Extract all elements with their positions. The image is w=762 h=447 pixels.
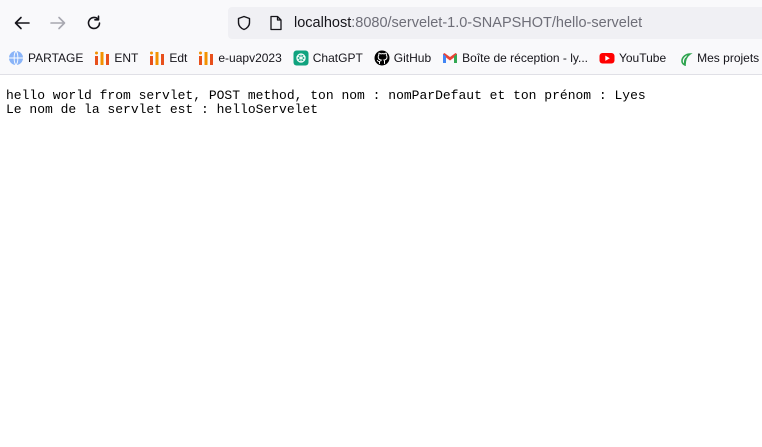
- bookmark-label: ChatGPT: [312, 51, 363, 65]
- url-host: localhost: [294, 15, 352, 31]
- back-button[interactable]: [5, 6, 39, 40]
- university-logo-icon: [94, 50, 110, 66]
- university-logo-icon: [198, 50, 214, 66]
- url-path: :8080/servelet-1.0-SNAPSHOT/hello-servel…: [351, 15, 643, 31]
- github-icon: [374, 50, 390, 66]
- bookmark-ent[interactable]: ENT: [94, 47, 138, 69]
- address-bar[interactable]: localhost:8080/servelet-1.0-SNAPSHOT/hel…: [228, 7, 762, 39]
- forward-button[interactable]: [41, 6, 75, 40]
- bookmark-e-uapv2023[interactable]: e-uapv2023: [198, 47, 282, 69]
- youtube-icon: [599, 50, 615, 66]
- browser-chrome: localhost:8080/servelet-1.0-SNAPSHOT/hel…: [0, 0, 762, 75]
- arrow-right-icon: [49, 14, 67, 32]
- bookmark-youtube[interactable]: YouTube: [599, 47, 666, 69]
- bookmark-label: GitHub: [393, 51, 432, 65]
- bookmarks-bar: PARTAGE ENT Edt e-uapv2023 ChatGPT GitHu…: [0, 46, 762, 74]
- globe-icon: [8, 50, 24, 66]
- arrow-left-icon: [13, 14, 31, 32]
- gmail-icon: [442, 50, 458, 66]
- page-content: hello world from servlet, POST method, t…: [0, 75, 762, 131]
- url-text[interactable]: localhost:8080/servelet-1.0-SNAPSHOT/hel…: [294, 15, 642, 31]
- bookmark-label: e-uapv2023: [218, 51, 282, 65]
- browser-toolbar: localhost:8080/servelet-1.0-SNAPSHOT/hel…: [0, 0, 762, 46]
- bookmark-gmail[interactable]: Boîte de réception - ly...: [442, 47, 588, 69]
- bookmark-label: Mes projets -: [697, 51, 762, 65]
- servlet-name-text: Le nom de la servlet est : helloServelet: [6, 102, 319, 117]
- bookmark-label: Edt: [169, 51, 188, 65]
- bookmark-label: ENT: [114, 51, 139, 65]
- reload-button[interactable]: [77, 6, 111, 40]
- university-logo-icon: [149, 50, 165, 66]
- leaf-icon: [677, 50, 693, 66]
- greeting-text: hello world from servlet, POST method, t…: [6, 88, 646, 103]
- bookmark-github[interactable]: GitHub: [374, 47, 431, 69]
- bookmark-label: Boîte de réception - ly...: [462, 51, 588, 65]
- bookmark-label: YouTube: [618, 51, 667, 65]
- bookmark-edt[interactable]: Edt: [149, 47, 187, 69]
- page-icon[interactable]: [266, 13, 286, 33]
- chatgpt-icon: [293, 50, 309, 66]
- bookmark-chatgpt[interactable]: ChatGPT: [293, 47, 363, 69]
- shield-icon[interactable]: [234, 13, 254, 33]
- bookmark-mes-projets[interactable]: Mes projets -: [677, 47, 762, 69]
- bookmark-label: PARTAGE: [28, 51, 84, 65]
- bookmark-partage[interactable]: PARTAGE: [8, 47, 83, 69]
- reload-icon: [85, 14, 103, 32]
